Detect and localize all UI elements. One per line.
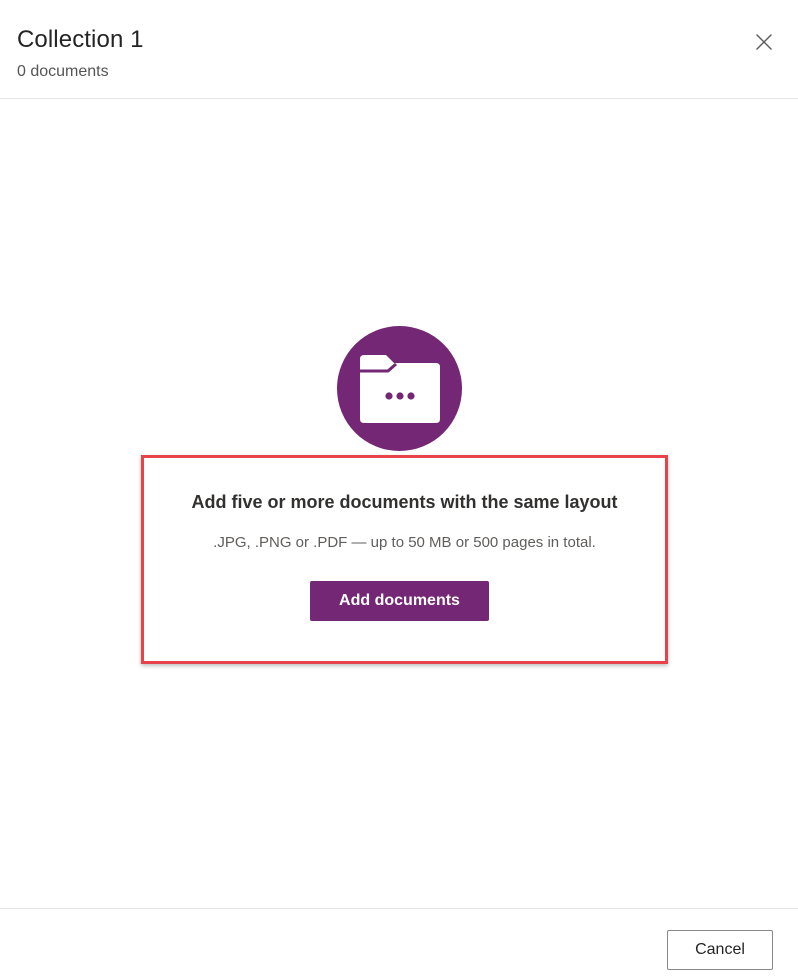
cancel-button[interactable]: Cancel bbox=[667, 930, 773, 970]
panel-header: Collection 1 0 documents bbox=[0, 0, 798, 99]
empty-state-highlight: Add five or more documents with the same… bbox=[141, 455, 668, 664]
close-button[interactable] bbox=[752, 30, 776, 54]
folder-icon-badge bbox=[337, 326, 462, 451]
document-count: 0 documents bbox=[17, 63, 109, 80]
panel-title: Collection 1 bbox=[17, 26, 144, 53]
add-documents-button[interactable]: Add documents bbox=[310, 581, 489, 621]
close-icon bbox=[756, 34, 772, 50]
collection-panel: Collection 1 0 documents Add five or mor… bbox=[0, 0, 798, 976]
panel-footer: Cancel bbox=[0, 908, 798, 976]
empty-state-heading: Add five or more documents with the same… bbox=[191, 492, 618, 512]
empty-state-description: .JPG, .PNG or .PDF — up to 50 MB or 500 … bbox=[213, 534, 596, 551]
folder-icon bbox=[359, 354, 440, 423]
